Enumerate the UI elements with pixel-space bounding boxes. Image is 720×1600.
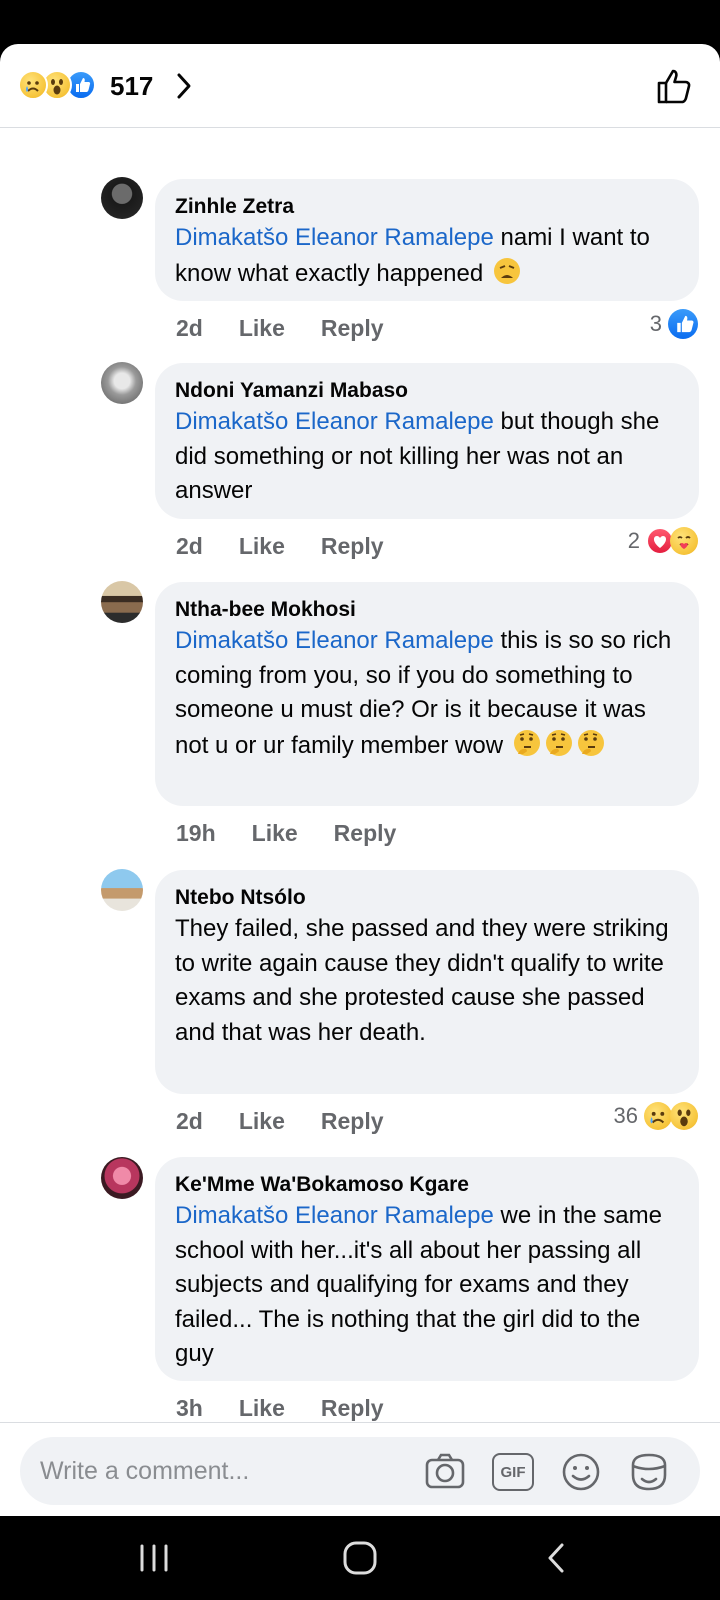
comment-actions: 2d Like Reply [176, 313, 420, 343]
sticker-smile-icon[interactable] [560, 1451, 602, 1493]
chevron-right-icon[interactable] [176, 72, 192, 100]
comment-text: They failed, she passed and they were st… [175, 915, 669, 1046]
reactions-header[interactable]: 517 [0, 44, 720, 128]
comment-time: 19h [176, 820, 216, 846]
like-button-icon[interactable] [654, 66, 694, 106]
mention-link[interactable]: Dimakatšo Eleanor Ramalepe [175, 627, 494, 654]
comment-author[interactable]: Ke'Mme Wa'Bokamoso Kgare [175, 1171, 679, 1199]
mention-link[interactable]: Dimakatšo Eleanor Ramalepe [175, 1202, 494, 1229]
comment-time: 2d [176, 315, 203, 341]
comment-time: 3h [176, 1395, 203, 1421]
system-nav-bar [0, 1516, 720, 1600]
back-icon[interactable] [536, 1540, 580, 1576]
status-bar [0, 0, 720, 44]
like-action[interactable]: Like [239, 1106, 285, 1136]
avatar[interactable] [101, 581, 143, 623]
like-action[interactable]: Like [239, 531, 285, 561]
avatar-sticker-icon[interactable] [628, 1451, 670, 1493]
comment-text: Dimakatšo Eleanor Ramalepe but though sh… [175, 408, 660, 504]
comment-author[interactable]: Ndoni Yamanzi Mabaso [175, 377, 679, 405]
avatar[interactable] [101, 362, 143, 404]
comment-reactions[interactable]: 3 [650, 309, 698, 339]
sad-icon [18, 70, 48, 100]
reply-action[interactable]: Reply [321, 1106, 384, 1136]
weary-face-icon [493, 257, 520, 284]
comment-author[interactable]: Ntebo Ntsólo [175, 884, 679, 912]
like-action[interactable]: Like [252, 818, 298, 848]
comment-bubble[interactable]: Ndoni Yamanzi Mabaso Dimakatšo Eleanor R… [155, 363, 699, 519]
comment-composer-bar: GIF [0, 1422, 720, 1516]
mention-link[interactable]: Dimakatšo Eleanor Ramalepe [175, 408, 494, 435]
reply-action[interactable]: Reply [334, 818, 397, 848]
wow-icon [670, 1102, 698, 1130]
gif-icon[interactable]: GIF [492, 1453, 534, 1491]
recent-apps-icon[interactable] [132, 1540, 176, 1576]
reply-action[interactable]: Reply [321, 313, 384, 343]
comment-reactions[interactable]: 2 [628, 527, 698, 555]
comment-text: Dimakatšo Eleanor Ramalepe we in the sam… [175, 1202, 662, 1367]
reaction-summary[interactable] [18, 70, 96, 102]
avatar[interactable] [101, 1157, 143, 1199]
comment-bubble[interactable]: Zinhle Zetra Dimakatšo Eleanor Ramalepe … [155, 179, 699, 301]
comment-author[interactable]: Ntha-bee Mokhosi [175, 596, 679, 624]
avatar[interactable] [101, 869, 143, 911]
comment-actions: 2d Like Reply [176, 1106, 420, 1136]
reply-action[interactable]: Reply [321, 531, 384, 561]
reply-action[interactable]: Reply [321, 1393, 384, 1423]
comment-author[interactable]: Zinhle Zetra [175, 193, 679, 221]
comment-text: Dimakatšo Eleanor Ramalepe nami I want t… [175, 224, 650, 287]
comment-input[interactable] [40, 1437, 420, 1505]
comment-time: 2d [176, 1108, 203, 1134]
comment-actions: 19h Like Reply [176, 818, 432, 848]
thinking-face-icon [577, 729, 604, 756]
thinking-face-icon [545, 729, 572, 756]
thinking-face-icon [513, 729, 540, 756]
comment-reactions[interactable]: 36 [614, 1102, 698, 1130]
home-icon[interactable] [338, 1540, 382, 1576]
comment-text: Dimakatšo Eleanor Ramalepe this is so so… [175, 627, 672, 759]
like-icon [668, 309, 698, 339]
comment-bubble[interactable]: Ke'Mme Wa'Bokamoso Kgare Dimakatšo Elean… [155, 1157, 699, 1381]
reaction-count[interactable]: 517 [110, 70, 153, 102]
comment-bubble[interactable]: Ntebo Ntsólo They failed, she passed and… [155, 870, 699, 1094]
comment-composer[interactable]: GIF [20, 1437, 700, 1505]
comment-actions: 3h Like Reply [176, 1393, 420, 1423]
camera-icon[interactable] [424, 1451, 466, 1493]
mention-link[interactable]: Dimakatšo Eleanor Ramalepe [175, 224, 494, 251]
comment-time: 2d [176, 533, 203, 559]
care-icon [670, 527, 698, 555]
avatar[interactable] [101, 177, 143, 219]
comment-actions: 2d Like Reply [176, 531, 420, 561]
like-action[interactable]: Like [239, 1393, 285, 1423]
comments-sheet: 517 Zinhle Zetra Dimakatšo Eleanor Ramal… [0, 44, 720, 1516]
sad-icon [644, 1102, 672, 1130]
like-action[interactable]: Like [239, 313, 285, 343]
comment-bubble[interactable]: Ntha-bee Mokhosi Dimakatšo Eleanor Ramal… [155, 582, 699, 806]
